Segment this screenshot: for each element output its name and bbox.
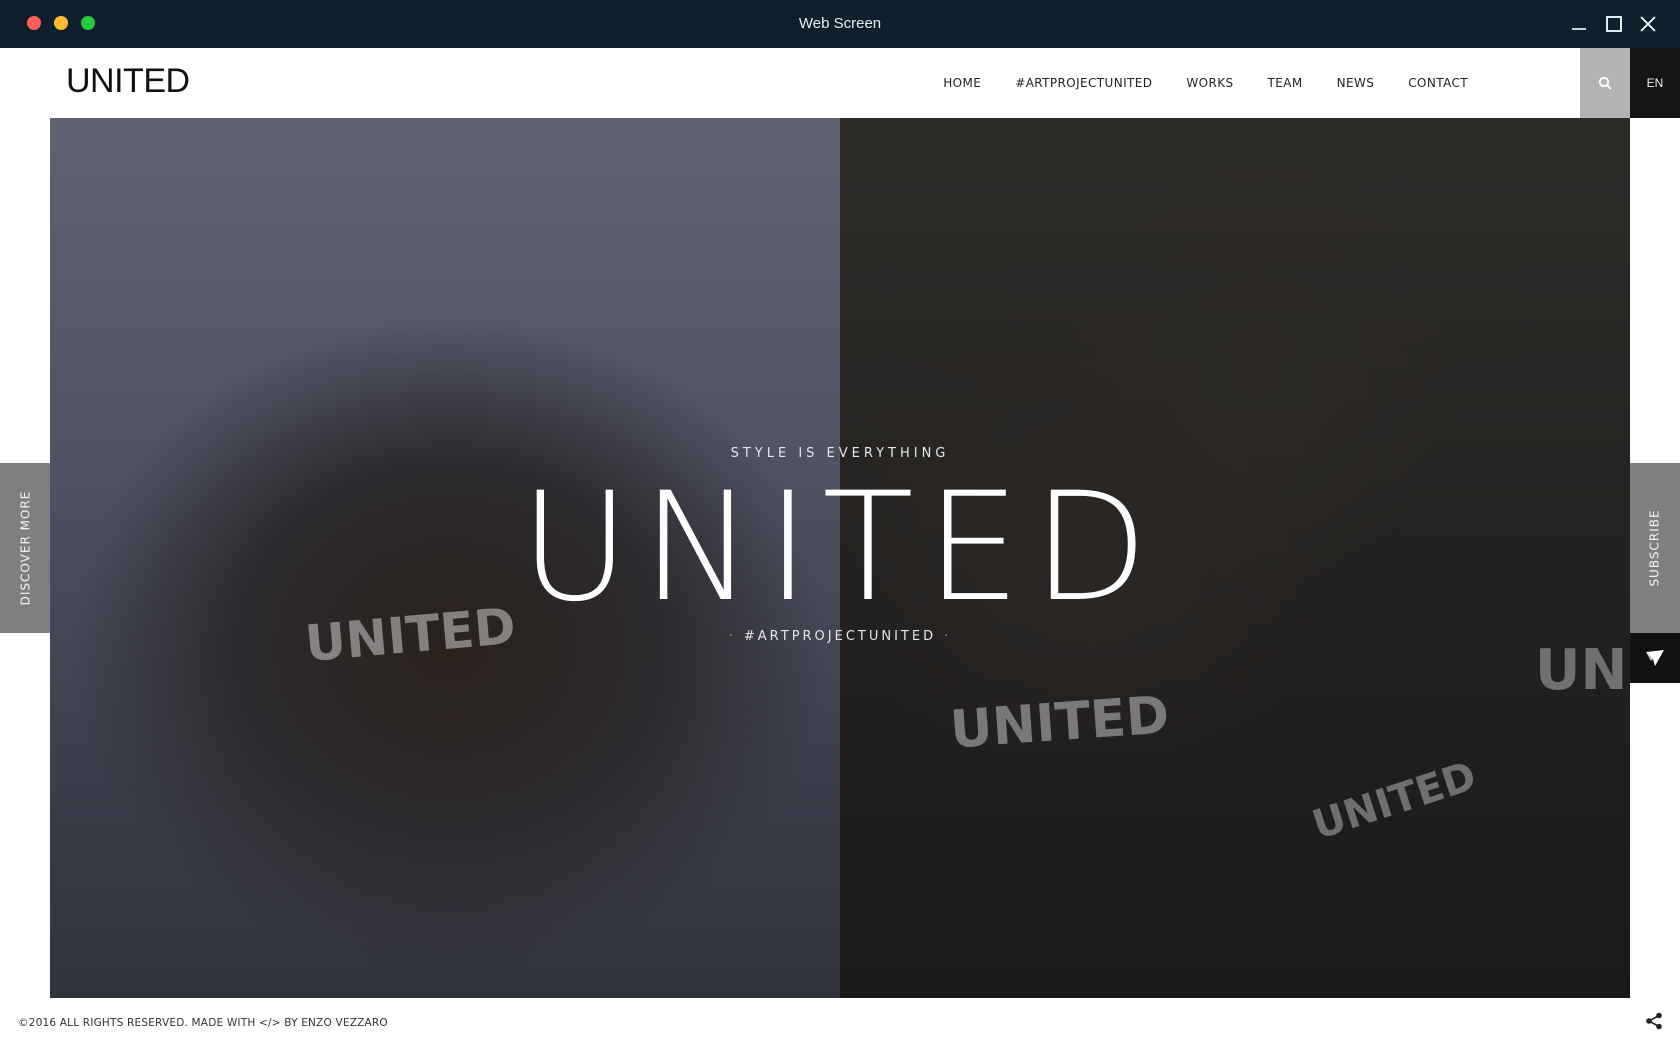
search-button[interactable] bbox=[1580, 48, 1630, 118]
subscribe-label: SUBSCRIBE bbox=[1648, 509, 1663, 587]
hero-section: UNITED UNITED UNIT UNITED STYLE IS EVERY… bbox=[50, 118, 1630, 998]
site-logo[interactable]: UNITED bbox=[66, 62, 190, 101]
footer-copyright: ©2016 ALL RIGHTS RESERVED. MADE WITH </>… bbox=[18, 1017, 388, 1029]
hashtag-dot: · bbox=[728, 629, 736, 644]
site-header: UNITED HOME #ARTPROJECTUNITED WORKS TEAM… bbox=[0, 48, 1680, 118]
paper-plane-icon bbox=[1646, 650, 1664, 666]
main-nav: HOME #ARTPROJECTUNITED WORKS TEAM NEWS C… bbox=[943, 48, 1468, 118]
window-title: Web Screen bbox=[798, 15, 882, 32]
hashtag-text: #ARTPROJECTUNITED bbox=[743, 629, 937, 644]
shirt-print: UNITED bbox=[948, 685, 1172, 761]
share-button[interactable] bbox=[1642, 1009, 1666, 1033]
hashtag-dot: · bbox=[944, 629, 952, 644]
close-icon[interactable] bbox=[1634, 10, 1662, 38]
hero-hashtag[interactable]: · #ARTPROJECTUNITED · bbox=[50, 629, 1630, 644]
hero-title: UNITED bbox=[519, 461, 1161, 635]
nav-news[interactable]: NEWS bbox=[1337, 76, 1375, 90]
nav-works[interactable]: WORKS bbox=[1186, 76, 1233, 90]
search-icon bbox=[1598, 76, 1612, 90]
subscribe-tab[interactable]: SUBSCRIBE bbox=[1630, 463, 1680, 633]
window-titlebar: Web Screen bbox=[0, 0, 1680, 48]
shirt-print: UNITED bbox=[1307, 753, 1482, 849]
send-button[interactable] bbox=[1630, 633, 1680, 683]
nav-team[interactable]: TEAM bbox=[1268, 76, 1303, 90]
nav-contact[interactable]: CONTACT bbox=[1408, 76, 1468, 90]
minimize-icon[interactable] bbox=[1565, 10, 1593, 38]
discover-more-tab[interactable]: DISCOVER MORE bbox=[0, 463, 50, 633]
discover-more-label: DISCOVER MORE bbox=[18, 490, 33, 606]
shirt-print: UNIT bbox=[1535, 638, 1630, 703]
language-selector[interactable]: EN bbox=[1630, 48, 1680, 118]
nav-home[interactable]: HOME bbox=[943, 76, 981, 90]
share-icon bbox=[1646, 1012, 1662, 1030]
nav-artprojectunited[interactable]: #ARTPROJECTUNITED bbox=[1015, 76, 1152, 90]
maximize-icon[interactable] bbox=[1600, 10, 1628, 38]
